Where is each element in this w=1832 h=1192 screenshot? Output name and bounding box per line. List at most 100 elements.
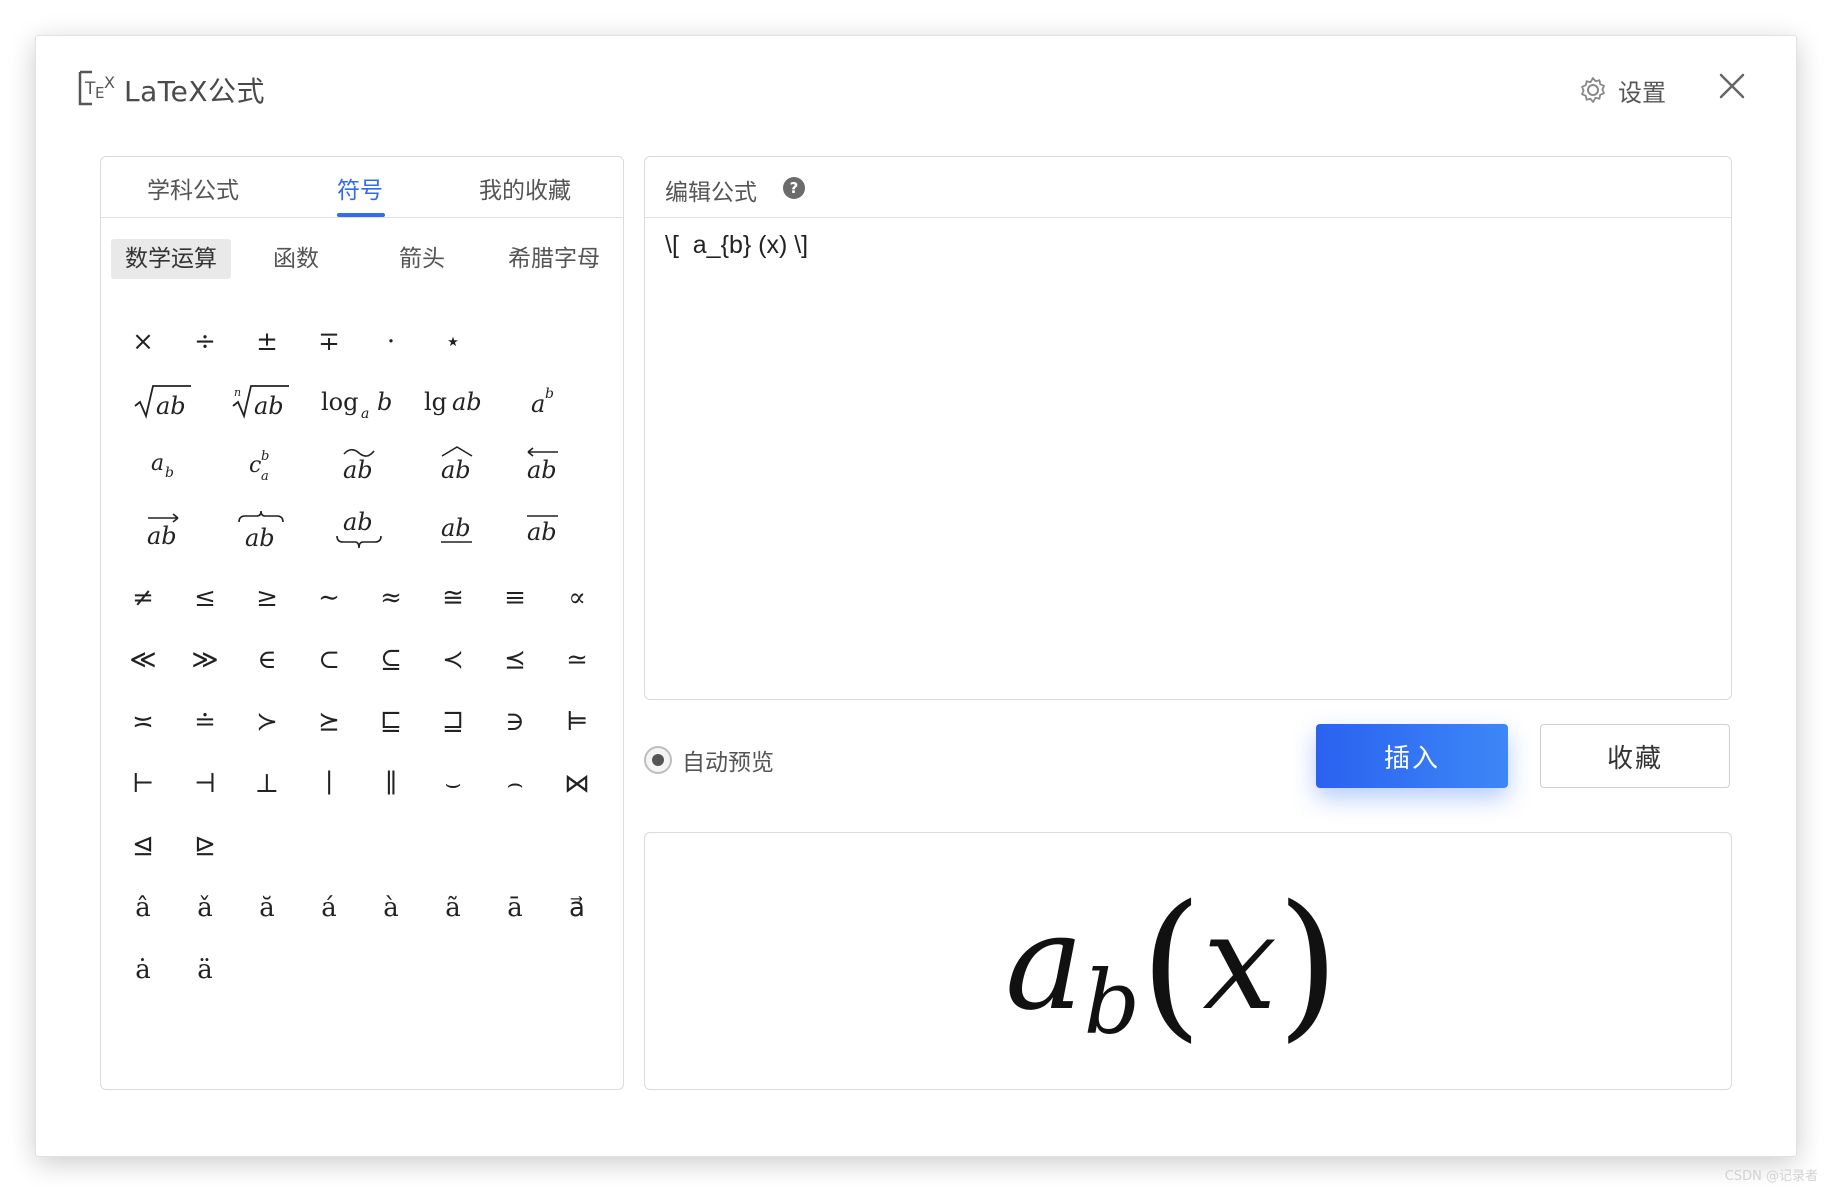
symbol-sqrt[interactable]: ab bbox=[115, 375, 211, 429]
symbol-accent-tilde[interactable]: ã bbox=[423, 881, 483, 935]
widehat-ab-icon: ab bbox=[441, 446, 473, 484]
symbol-dashv[interactable]: ⊣ bbox=[175, 757, 235, 811]
symbol-trianglerighteq[interactable]: ⊵ bbox=[175, 819, 235, 873]
symbol-subscript[interactable]: ab bbox=[115, 437, 211, 491]
symbol-star[interactable]: ⋆ bbox=[423, 315, 483, 369]
symbol-cdot[interactable]: · bbox=[361, 315, 421, 369]
tab-symbols[interactable]: 符号 bbox=[337, 171, 383, 205]
symbol-times[interactable]: × bbox=[113, 315, 173, 369]
symbol-sim[interactable]: ∼ bbox=[299, 571, 359, 625]
subtab-greek-letters[interactable]: 希腊字母 bbox=[495, 239, 613, 279]
settings-button[interactable]: 设置 bbox=[1578, 70, 1666, 110]
symbol-lg[interactable]: lg ab bbox=[409, 375, 505, 429]
symbol-neq[interactable]: ≠ bbox=[113, 571, 173, 625]
active-tab-indicator bbox=[337, 213, 385, 217]
svg-text:a: a bbox=[261, 469, 269, 484]
auto-preview-label: 自动预览 bbox=[682, 750, 774, 776]
a-sub-b-icon: ab bbox=[151, 451, 174, 481]
formula-open-paren: ( bbox=[1140, 869, 1203, 1057]
symbol-succ[interactable]: ≻ bbox=[237, 695, 297, 749]
symbol-widetilde[interactable]: ab bbox=[311, 437, 407, 491]
symbol-log-base[interactable]: log a b bbox=[311, 375, 407, 429]
symbol-prec[interactable]: ≺ bbox=[423, 633, 483, 687]
symbol-trianglelefteq[interactable]: ⊴ bbox=[113, 819, 173, 873]
formula-input[interactable] bbox=[661, 231, 1715, 683]
symbol-accent-bar[interactable]: ā bbox=[485, 881, 545, 935]
insert-button[interactable]: 插入 bbox=[1316, 724, 1508, 788]
symbol-power[interactable]: ab bbox=[495, 375, 591, 429]
symbol-ni[interactable]: ∋ bbox=[485, 695, 545, 749]
symbol-asymp[interactable]: ≍ bbox=[113, 695, 173, 749]
subtab-functions[interactable]: 函数 bbox=[241, 239, 351, 279]
symbol-overrightarrow[interactable]: ab bbox=[115, 503, 211, 557]
symbol-sqsupseteq[interactable]: ⊒ bbox=[423, 695, 483, 749]
tab-my-favorites[interactable]: 我的收藏 bbox=[479, 171, 571, 205]
symbol-accent-check[interactable]: ǎ bbox=[175, 881, 235, 935]
symbol-accent-dot[interactable]: ȧ bbox=[113, 943, 173, 997]
symbol-sub-superscript[interactable]: cba bbox=[213, 437, 309, 491]
symbol-doteq[interactable]: ≐ bbox=[175, 695, 235, 749]
symbol-minus-plus[interactable]: ∓ bbox=[299, 315, 359, 369]
symbol-preceq[interactable]: ⪯ bbox=[485, 633, 545, 687]
svg-text:b: b bbox=[165, 465, 174, 481]
editor-header: 编辑公式 ? bbox=[645, 157, 1731, 218]
symbol-accent-ddot[interactable]: ä bbox=[175, 943, 235, 997]
symbol-bowtie[interactable]: ⋈ bbox=[547, 757, 607, 811]
symbol-models[interactable]: ⊨ bbox=[547, 695, 607, 749]
watermark: CSDN @记录者 bbox=[1724, 1169, 1818, 1184]
symbol-mid[interactable]: ∣ bbox=[299, 757, 359, 811]
symbol-in[interactable]: ∈ bbox=[237, 633, 297, 687]
symbol-equiv[interactable]: ≡ bbox=[485, 571, 545, 625]
tab-subject-formulas[interactable]: 学科公式 bbox=[147, 171, 239, 205]
symbol-overline[interactable]: ab bbox=[495, 503, 591, 557]
symbol-ll[interactable]: ≪ bbox=[113, 633, 173, 687]
symbol-accent-grave[interactable]: à bbox=[361, 881, 421, 935]
symbol-simeq[interactable]: ≃ bbox=[547, 633, 607, 687]
favorite-button[interactable]: 收藏 bbox=[1540, 724, 1730, 788]
formula-close-paren: ) bbox=[1276, 869, 1340, 1057]
symbol-perp[interactable]: ⊥ bbox=[237, 757, 297, 811]
symbol-approx[interactable]: ≈ bbox=[361, 571, 421, 625]
symbol-sqsubseteq[interactable]: ⊑ bbox=[361, 695, 421, 749]
symbol-subseteq[interactable]: ⊆ bbox=[361, 633, 421, 687]
formula-base: a bbox=[1005, 886, 1084, 1040]
symbol-gg[interactable]: ≫ bbox=[175, 633, 235, 687]
symbol-vdash[interactable]: ⊢ bbox=[113, 757, 173, 811]
symbol-plus-minus[interactable]: ± bbox=[237, 315, 297, 369]
subtab-arrows[interactable]: 箭头 bbox=[367, 239, 477, 279]
svg-text:ab: ab bbox=[343, 508, 373, 536]
symbol-geq[interactable]: ≥ bbox=[237, 571, 297, 625]
dialog-header: T E X LaTeX公式 设置 bbox=[36, 36, 1796, 136]
symbol-underline[interactable]: ab bbox=[409, 503, 505, 557]
symbol-propto[interactable]: ∝ bbox=[547, 571, 607, 625]
symbol-frown[interactable]: ⌢ bbox=[485, 757, 545, 811]
symbol-underbrace[interactable]: ab bbox=[311, 503, 407, 557]
sqrt-ab-icon: ab bbox=[134, 385, 191, 420]
symbol-overbrace[interactable]: ab bbox=[213, 503, 309, 557]
help-icon[interactable]: ? bbox=[783, 177, 805, 199]
symbol-leq[interactable]: ≤ bbox=[175, 571, 235, 625]
symbol-accent-vec[interactable]: a⃗ bbox=[547, 881, 607, 935]
symbol-parallel[interactable]: ∥ bbox=[361, 757, 421, 811]
auto-preview-radio[interactable] bbox=[644, 746, 672, 774]
symbol-accent-acute[interactable]: á bbox=[299, 881, 359, 935]
symbol-cong[interactable]: ≅ bbox=[423, 571, 483, 625]
symbol-subset[interactable]: ⊂ bbox=[299, 633, 359, 687]
symbol-panel: 学科公式 符号 我的收藏 数学运算 函数 箭头 希腊字母 × ÷ ± ∓ · ⋆… bbox=[100, 156, 624, 1090]
auto-preview-toggle[interactable]: 自动预览 bbox=[644, 740, 774, 780]
subtab-math-operations[interactable]: 数学运算 bbox=[111, 239, 231, 279]
symbol-accent-hat[interactable]: â bbox=[113, 881, 173, 935]
main-tabs: 学科公式 符号 我的收藏 bbox=[101, 157, 623, 218]
symbol-overleftarrow[interactable]: ab bbox=[495, 437, 591, 491]
symbol-widehat[interactable]: ab bbox=[409, 437, 505, 491]
symbol-smile[interactable]: ⌣ bbox=[423, 757, 483, 811]
latex-dialog: T E X LaTeX公式 设置 学科公式 符号 我的收藏 数学运算 函数 箭头 bbox=[36, 36, 1796, 1156]
close-icon[interactable] bbox=[1712, 66, 1752, 106]
symbol-succeq[interactable]: ⪰ bbox=[299, 695, 359, 749]
svg-text:a: a bbox=[151, 451, 164, 476]
svg-text:ab: ab bbox=[147, 522, 177, 550]
symbol-divide[interactable]: ÷ bbox=[175, 315, 235, 369]
symbol-accent-breve[interactable]: ă bbox=[237, 881, 297, 935]
symbol-nth-root[interactable]: n ab bbox=[213, 375, 309, 429]
log-a-b-icon: log a b bbox=[321, 388, 392, 422]
